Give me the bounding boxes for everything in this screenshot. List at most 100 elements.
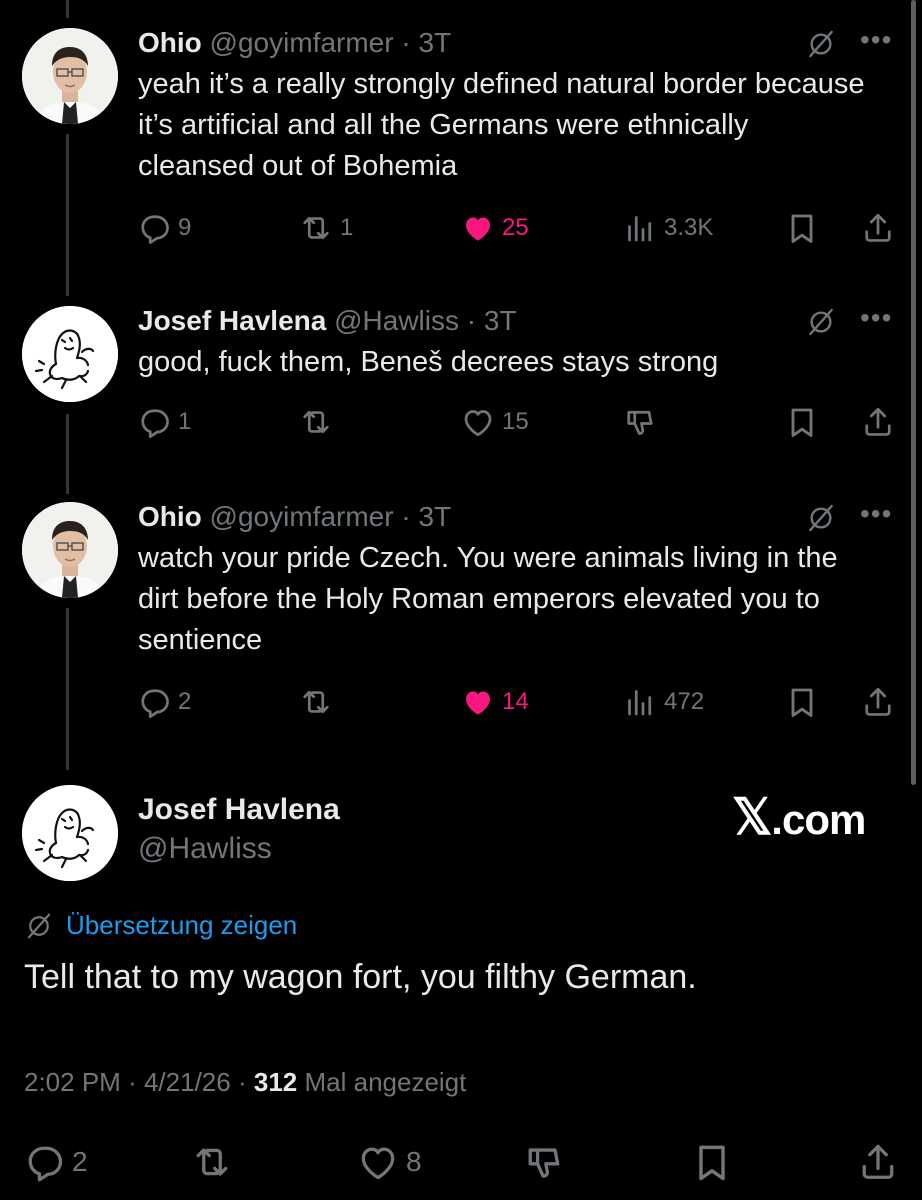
share-button[interactable] <box>856 1138 900 1186</box>
grok-icon[interactable] <box>805 502 837 534</box>
author-name[interactable]: Ohio <box>138 27 202 58</box>
bookmark-icon <box>690 1140 734 1184</box>
views-count: 472 <box>664 688 705 715</box>
bookmark-button[interactable] <box>784 402 820 442</box>
reply-button[interactable]: 2 <box>22 1138 88 1186</box>
avatar[interactable] <box>22 306 118 402</box>
retweet-count: 1 <box>340 214 354 241</box>
separator: · <box>237 1067 247 1097</box>
tweet-header: Josef Havlena @Hawliss · 3T <box>138 304 517 338</box>
retweet-button[interactable] <box>190 1138 234 1186</box>
translate-link[interactable]: Übersetzung zeigen <box>24 910 297 941</box>
reply-button[interactable]: 2 <box>136 682 191 722</box>
share-button[interactable] <box>860 208 896 248</box>
more-icon[interactable]: ••• <box>860 498 892 530</box>
grok-icon[interactable] <box>805 306 837 338</box>
reply-button[interactable]: 1 <box>136 402 191 442</box>
retweet-icon <box>298 404 334 440</box>
more-icon[interactable]: ••• <box>860 24 892 56</box>
like-count: 14 <box>502 688 529 715</box>
views-icon <box>622 210 658 246</box>
tweet-time[interactable]: 3T <box>418 27 451 58</box>
dislike-icon <box>522 1140 566 1184</box>
share-icon <box>860 404 896 440</box>
like-count: 25 <box>502 214 529 241</box>
tweet-time[interactable]: 3T <box>484 305 517 336</box>
separator: · <box>466 305 477 336</box>
reply-icon <box>136 210 172 246</box>
watermark-text: .com <box>771 796 866 843</box>
translate-label: Übersetzung zeigen <box>66 910 298 940</box>
bookmark-button[interactable] <box>784 682 820 722</box>
tweet-header: Ohio @goyimfarmer · 3T <box>138 26 451 60</box>
tweet-date[interactable]: 4/21/26 <box>144 1067 231 1097</box>
share-icon <box>860 684 896 720</box>
bookmark-button[interactable] <box>690 1138 734 1186</box>
share-button[interactable] <box>860 682 896 722</box>
tweet-actions: 2 14 472 <box>0 682 922 722</box>
retweet-button[interactable] <box>298 682 334 722</box>
dislike-icon <box>622 404 658 440</box>
views-count: 312 <box>253 1067 298 1097</box>
tweet-header: Ohio @goyimfarmer · 3T <box>138 500 451 534</box>
author-name[interactable]: Ohio <box>138 501 202 532</box>
views-button[interactable]: 3.3K <box>622 208 713 248</box>
grok-icon[interactable] <box>805 28 837 60</box>
retweet-button[interactable] <box>298 402 334 442</box>
author-handle[interactable]: @Hawliss <box>334 305 459 336</box>
x-watermark: 𝕏.com <box>732 788 866 846</box>
retweet-button[interactable]: 1 <box>298 208 353 248</box>
bookmark-icon <box>784 210 820 246</box>
reply-button[interactable]: 9 <box>136 208 191 248</box>
tweet-text: yeah it’s a really strongly defined natu… <box>138 68 865 182</box>
heart-icon <box>460 210 496 246</box>
like-count: 8 <box>406 1146 422 1177</box>
reply-count: 2 <box>72 1146 88 1177</box>
like-button[interactable]: 14 <box>460 682 529 722</box>
avatar[interactable] <box>22 502 118 598</box>
retweet-icon <box>298 210 334 246</box>
like-button[interactable]: 8 <box>356 1138 422 1186</box>
reply-icon <box>136 684 172 720</box>
tweet-time[interactable]: 2:02 PM <box>24 1067 121 1097</box>
reply-count: 1 <box>178 408 192 435</box>
author-name[interactable]: Josef Havlena <box>138 793 340 827</box>
author-handle[interactable]: @goyimfarmer <box>210 27 394 58</box>
like-button[interactable]: 25 <box>460 208 529 248</box>
retweet-icon <box>298 684 334 720</box>
tweet-actions: 1 15 <box>0 402 922 442</box>
tweet-time[interactable]: 3T <box>418 501 451 532</box>
tweet-meta: 2:02 PM · 4/21/26 · 312 Mal angezeigt <box>24 1067 466 1098</box>
separator: · <box>401 501 411 532</box>
heart-icon <box>460 404 496 440</box>
heart-icon <box>460 684 496 720</box>
bookmark-icon <box>784 684 820 720</box>
tweet-text: good, fuck them, Beneš decrees stays str… <box>138 346 719 378</box>
retweet-icon <box>190 1140 234 1184</box>
views-button[interactable]: 472 <box>622 682 704 722</box>
avatar[interactable] <box>22 785 118 881</box>
x-logo: 𝕏 <box>732 789 772 845</box>
bookmark-icon <box>784 404 820 440</box>
like-count: 15 <box>502 408 529 435</box>
views-icon <box>622 684 658 720</box>
share-button[interactable] <box>860 402 896 442</box>
bookmark-button[interactable] <box>784 208 820 248</box>
avatar[interactable] <box>22 28 118 124</box>
author-handle[interactable]: @goyimfarmer <box>210 501 394 532</box>
thread-line <box>66 0 69 18</box>
like-button[interactable]: 15 <box>460 402 529 442</box>
heart-icon <box>356 1140 400 1184</box>
scrollbar[interactable] <box>911 0 916 785</box>
reply-count: 9 <box>178 214 192 241</box>
dislike-button[interactable] <box>522 1138 566 1186</box>
separator: · <box>401 27 411 58</box>
views-label: Mal angezeigt <box>304 1067 467 1097</box>
author-name[interactable]: Josef Havlena <box>138 305 326 336</box>
views-count: 3.3K <box>664 214 714 241</box>
more-icon[interactable]: ••• <box>860 302 892 334</box>
reply-count: 2 <box>178 688 192 715</box>
author-handle[interactable]: @Hawliss <box>138 832 272 866</box>
tweet-text: watch your pride Czech. You were animals… <box>138 542 838 656</box>
dislike-button[interactable] <box>622 402 658 442</box>
